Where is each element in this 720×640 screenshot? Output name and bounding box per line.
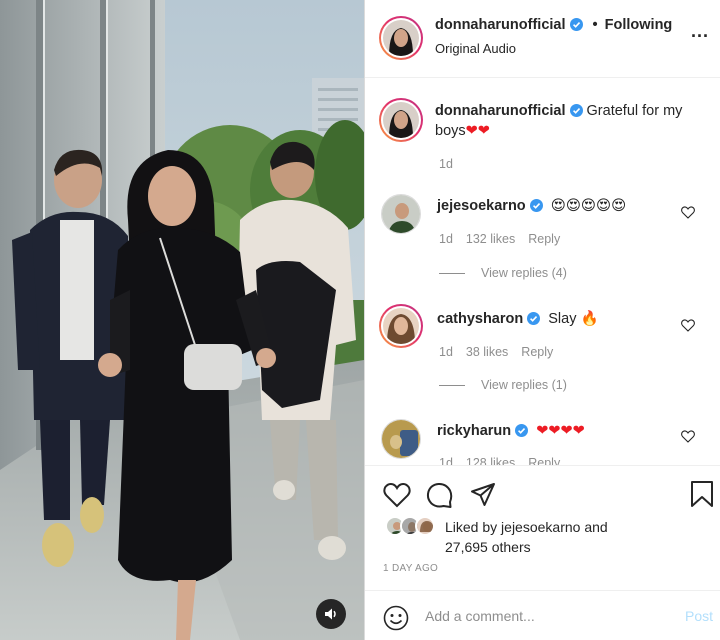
comment-1: jejesoekarno 😍😍😍😍😍 bbox=[437, 196, 687, 216]
post-panel: donnaharunofficial • Following Original … bbox=[364, 0, 720, 640]
comment-3-username[interactable]: rickyharun bbox=[437, 423, 511, 439]
comment-1-likes[interactable]: 132 likes bbox=[466, 232, 515, 246]
comment-3-text: ❤❤❤❤ bbox=[536, 423, 585, 439]
comment-3-likes[interactable]: 128 likes bbox=[466, 456, 515, 465]
paper-plane-icon[interactable] bbox=[470, 482, 496, 508]
comment-icon[interactable] bbox=[426, 482, 453, 509]
commenter-avatar[interactable] bbox=[381, 419, 421, 459]
verified-badge-icon bbox=[569, 104, 583, 117]
separator-dot: • bbox=[592, 17, 598, 33]
smiley-icon[interactable] bbox=[383, 605, 409, 631]
video-player[interactable] bbox=[0, 0, 364, 640]
comment-3-meta: 1d 128 likes Reply bbox=[439, 456, 573, 465]
comment-2-view-replies-label: View replies (1) bbox=[481, 378, 567, 392]
comment-2-meta: 1d 38 likes Reply bbox=[439, 345, 566, 359]
comment-3: rickyharun ❤❤❤❤ bbox=[437, 421, 687, 441]
liked-by-text: Liked by jejesoekarno and 27,695 others bbox=[445, 517, 665, 557]
comment-1-meta: 1d 132 likes Reply bbox=[439, 232, 573, 246]
post-timestamp[interactable]: 1 DAY AGO bbox=[383, 563, 438, 574]
caption-age: 1d bbox=[439, 157, 453, 171]
comment-1-view-replies-label: View replies (4) bbox=[481, 266, 567, 280]
following-button[interactable]: Following bbox=[605, 17, 673, 33]
comment-3-age: 1d bbox=[439, 456, 453, 465]
liked-by-prefix: Liked by bbox=[445, 519, 498, 535]
more-icon[interactable]: ... bbox=[691, 21, 709, 42]
divider-line bbox=[439, 385, 465, 387]
comment-input[interactable]: Add a comment... bbox=[425, 608, 535, 624]
author-username[interactable]: donnaharunofficial bbox=[435, 17, 566, 33]
comment-1-age: 1d bbox=[439, 232, 453, 246]
comment-1-username[interactable]: jejesoekarno bbox=[437, 198, 526, 214]
comment-2-like-icon[interactable] bbox=[681, 319, 695, 332]
post-button[interactable]: Post bbox=[685, 608, 713, 624]
commenter-avatar[interactable] bbox=[381, 194, 421, 234]
comment-1-view-replies[interactable]: View replies (4) bbox=[439, 266, 567, 280]
comment-1-reply-button[interactable]: Reply bbox=[528, 232, 560, 246]
divider-line bbox=[439, 273, 465, 275]
audio-toggle-button[interactable] bbox=[316, 599, 346, 629]
post-actions: Liked by jejesoekarno and 27,695 others … bbox=[365, 465, 720, 590]
bookmark-icon[interactable] bbox=[690, 480, 714, 508]
comment-3-like-icon[interactable] bbox=[681, 430, 695, 443]
caption-avatar[interactable] bbox=[379, 98, 423, 142]
likes-others-link[interactable]: 27,695 others bbox=[445, 539, 531, 555]
verified-badge-icon bbox=[527, 312, 541, 325]
avatar bbox=[415, 516, 435, 536]
comment-2-reply-button[interactable]: Reply bbox=[521, 345, 553, 359]
liked-by-user[interactable]: jejesoekarno bbox=[501, 519, 580, 535]
verified-badge-icon bbox=[529, 199, 543, 212]
heart-emoji: ❤❤ bbox=[465, 123, 490, 139]
caption-username[interactable]: donnaharunofficial bbox=[435, 103, 566, 119]
comment-2-view-replies[interactable]: View replies (1) bbox=[439, 378, 567, 392]
verified-badge-icon bbox=[515, 424, 529, 437]
comment-3-reply-button[interactable]: Reply bbox=[528, 456, 560, 465]
caption: donnaharunofficial Grateful for my boys❤… bbox=[435, 101, 705, 141]
caption-meta: 1d bbox=[439, 157, 466, 171]
heart-icon[interactable] bbox=[383, 482, 411, 508]
comment-2-username[interactable]: cathysharon bbox=[437, 311, 523, 327]
comment-2-age: 1d bbox=[439, 345, 453, 359]
speaker-icon bbox=[325, 608, 336, 620]
liked-by-and: and bbox=[584, 519, 608, 535]
author-avatar[interactable] bbox=[379, 16, 423, 60]
verified-badge-icon bbox=[569, 18, 583, 31]
video-frame bbox=[0, 0, 364, 640]
comment-2-text: Slay 🔥 bbox=[548, 311, 599, 327]
comment-2-likes[interactable]: 38 likes bbox=[466, 345, 508, 359]
comments-list[interactable]: donnaharunofficial Grateful for my boys❤… bbox=[365, 79, 720, 465]
commenter-avatar[interactable] bbox=[379, 304, 423, 348]
original-audio-link[interactable]: Original Audio bbox=[435, 41, 516, 56]
post-header: donnaharunofficial • Following Original … bbox=[365, 0, 720, 78]
comment-2: cathysharon Slay 🔥 bbox=[437, 309, 687, 329]
add-comment-bar: Add a comment... Post bbox=[365, 590, 720, 640]
comment-1-like-icon[interactable] bbox=[681, 206, 695, 219]
comment-1-text: 😍😍😍😍😍 bbox=[550, 198, 627, 214]
